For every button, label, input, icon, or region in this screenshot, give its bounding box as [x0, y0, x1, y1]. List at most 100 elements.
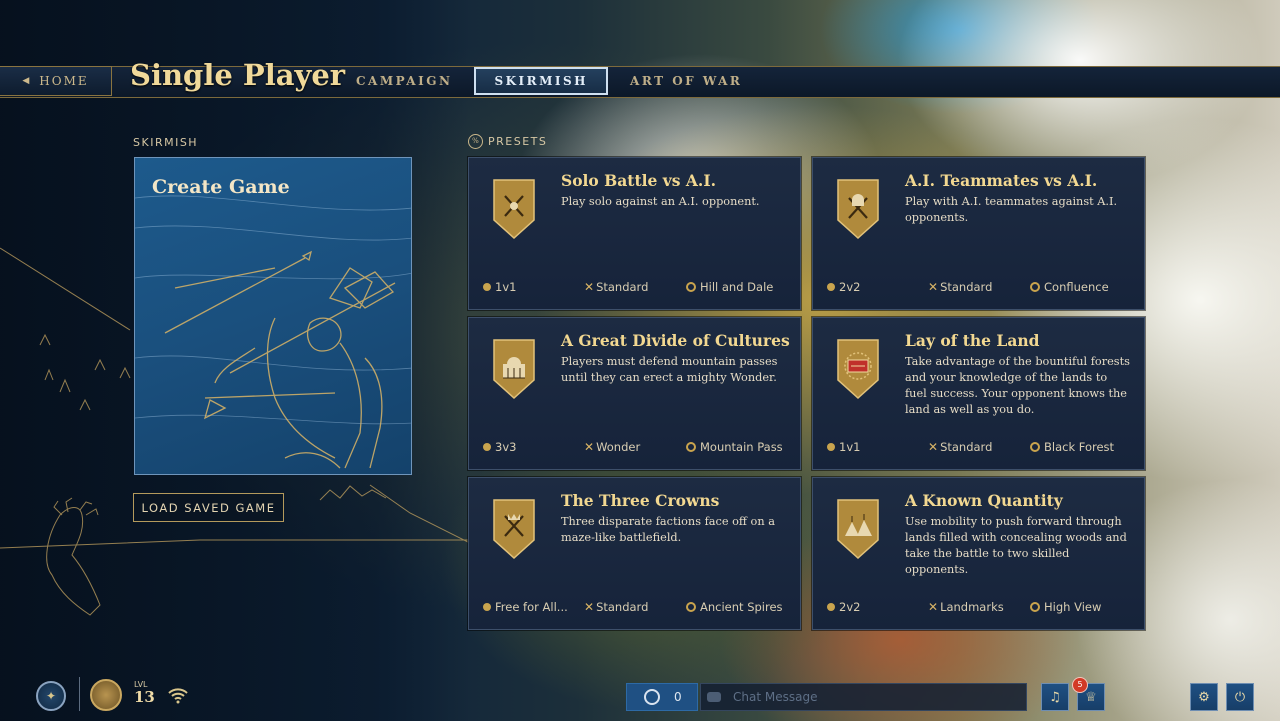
gear-icon: ⚙: [1198, 689, 1210, 705]
map-icon: [1030, 442, 1040, 452]
chevron-left-icon: ◀: [22, 76, 32, 86]
tents-banner-icon: [837, 499, 879, 560]
presets-section-label: PRESETS: [488, 135, 548, 148]
preset-mode: Standard: [940, 440, 993, 454]
preset-footer: 3v3 ✕ Wonder Mountain Pass: [483, 440, 786, 456]
preset-teams: 1v1: [839, 440, 861, 454]
crown-icon: ♕: [1085, 689, 1097, 705]
mode-icon: ✕: [928, 440, 939, 454]
tab-skirmish[interactable]: SKIRMISH: [474, 67, 609, 95]
preset-teams: 2v2: [839, 280, 861, 294]
presets-header: % PRESETS: [468, 134, 547, 149]
create-game-title: Create Game: [152, 176, 290, 198]
teams-icon: [483, 283, 491, 291]
preset-description: Three disparate factions face off on a m…: [561, 515, 775, 544]
preset-title: A Great Divide of Cultures: [561, 331, 790, 350]
preset-card[interactable]: Lay of the Land Take advantage of the bo…: [812, 317, 1145, 470]
mode-tabs: CAMPAIGN SKIRMISH ART OF WAR: [334, 66, 764, 96]
friends-count: 0: [674, 690, 682, 704]
power-button[interactable]: ⏻: [1226, 683, 1254, 711]
horn-button[interactable]: ♫: [1041, 683, 1069, 711]
tab-campaign[interactable]: CAMPAIGN: [334, 66, 474, 96]
preset-description: Play with A.I. teammates against A.I. op…: [905, 195, 1118, 224]
preset-footer: Free for All... ✕ Standard Ancient Spires: [483, 600, 786, 616]
preset-map: Mountain Pass: [700, 440, 783, 454]
wifi-icon: [168, 688, 188, 704]
preset-title: A.I. Teammates vs A.I.: [905, 171, 1098, 190]
preset-card[interactable]: A Great Divide of Cultures Players must …: [468, 317, 801, 470]
home-label: HOME: [39, 74, 89, 88]
preset-title: The Three Crowns: [561, 491, 720, 510]
notification-badge: 5: [1072, 677, 1088, 693]
preset-card[interactable]: The Three Crowns Three disparate faction…: [468, 477, 801, 630]
map-icon: [686, 602, 696, 612]
preset-map: Confluence: [1044, 280, 1109, 294]
friends-online-button[interactable]: 0: [626, 683, 698, 711]
preset-mode: Wonder: [596, 440, 641, 454]
tab-art-of-war[interactable]: ART OF WAR: [608, 66, 764, 96]
preset-title: Solo Battle vs A.I.: [561, 171, 716, 190]
teams-icon: [827, 443, 835, 451]
teams-icon: [483, 443, 491, 451]
mode-icon: ✕: [584, 600, 595, 614]
mode-icon: ✕: [584, 280, 595, 294]
preset-description: Use mobility to push forward through lan…: [905, 515, 1127, 576]
preset-description: Take advantage of the bountiful forests …: [905, 355, 1130, 416]
map-icon: [1030, 602, 1040, 612]
load-saved-game-button[interactable]: LOAD SAVED GAME: [133, 493, 284, 522]
preset-mode: Standard: [940, 280, 993, 294]
helmet-axes-banner-icon: [837, 179, 879, 240]
skirmish-section-label: SKIRMISH: [133, 136, 199, 149]
preset-footer: 1v1 ✕ Standard Hill and Dale: [483, 280, 786, 296]
warrior-sketch-illustration: [135, 195, 411, 469]
power-icon: ⏻: [1234, 689, 1246, 705]
teams-icon: [827, 283, 835, 291]
preset-footer: 2v2 ✕ Standard Confluence: [827, 280, 1130, 296]
map-icon: [1030, 282, 1040, 292]
preset-footer: 2v2 ✕ Landmarks High View: [827, 600, 1130, 616]
preset-teams: 1v1: [495, 280, 517, 294]
preset-mode: Landmarks: [940, 600, 1004, 614]
preset-title: A Known Quantity: [905, 491, 1063, 510]
preset-description: Players must defend mountain passes unti…: [561, 355, 778, 384]
preset-mode: Standard: [596, 280, 649, 294]
chat-bubble-icon: [707, 692, 721, 702]
mode-icon: ✕: [584, 440, 595, 454]
wonder-banner-icon: [493, 339, 535, 400]
page-title: Single Player: [130, 58, 346, 92]
teams-icon: [483, 603, 491, 611]
preset-footer: 1v1 ✕ Standard Black Forest: [827, 440, 1130, 456]
preset-teams: 3v3: [495, 440, 517, 454]
bottom-divider: [79, 677, 80, 711]
map-icon: [686, 282, 696, 292]
presets-icon: %: [468, 134, 483, 149]
mode-icon: ✕: [928, 600, 939, 614]
preset-teams: 2v2: [839, 600, 861, 614]
level-value: 13: [134, 688, 155, 706]
chat-message-input[interactable]: Chat Message: [700, 683, 1027, 711]
preset-title: Lay of the Land: [905, 331, 1040, 350]
player-level: LVL 13: [134, 680, 155, 706]
preset-mode: Standard: [596, 600, 649, 614]
preset-map: Hill and Dale: [700, 280, 774, 294]
preset-card[interactable]: A.I. Teammates vs A.I. Play with A.I. te…: [812, 157, 1145, 310]
home-button[interactable]: ◀ HOME: [0, 66, 112, 96]
preset-card[interactable]: A Known Quantity Use mobility to push fo…: [812, 477, 1145, 630]
preset-map: Ancient Spires: [700, 600, 783, 614]
friends-icon: [644, 689, 660, 705]
axes-banner-icon: [493, 179, 535, 240]
map-banner-icon: [837, 339, 879, 400]
player-avatar[interactable]: [90, 679, 122, 711]
crowns-banner-icon: [493, 499, 535, 560]
preset-card[interactable]: Solo Battle vs A.I. Play solo against an…: [468, 157, 801, 310]
preset-map: Black Forest: [1044, 440, 1115, 454]
horn-icon: ♫: [1049, 689, 1061, 705]
create-game-card[interactable]: Create Game: [134, 157, 412, 475]
compass-icon: ✦: [45, 689, 57, 703]
compass-button[interactable]: ✦: [36, 681, 66, 711]
map-icon: [686, 442, 696, 452]
settings-button[interactable]: ⚙: [1190, 683, 1218, 711]
teams-icon: [827, 603, 835, 611]
chat-placeholder: Chat Message: [733, 690, 818, 704]
preset-teams: Free for All...: [495, 600, 568, 614]
